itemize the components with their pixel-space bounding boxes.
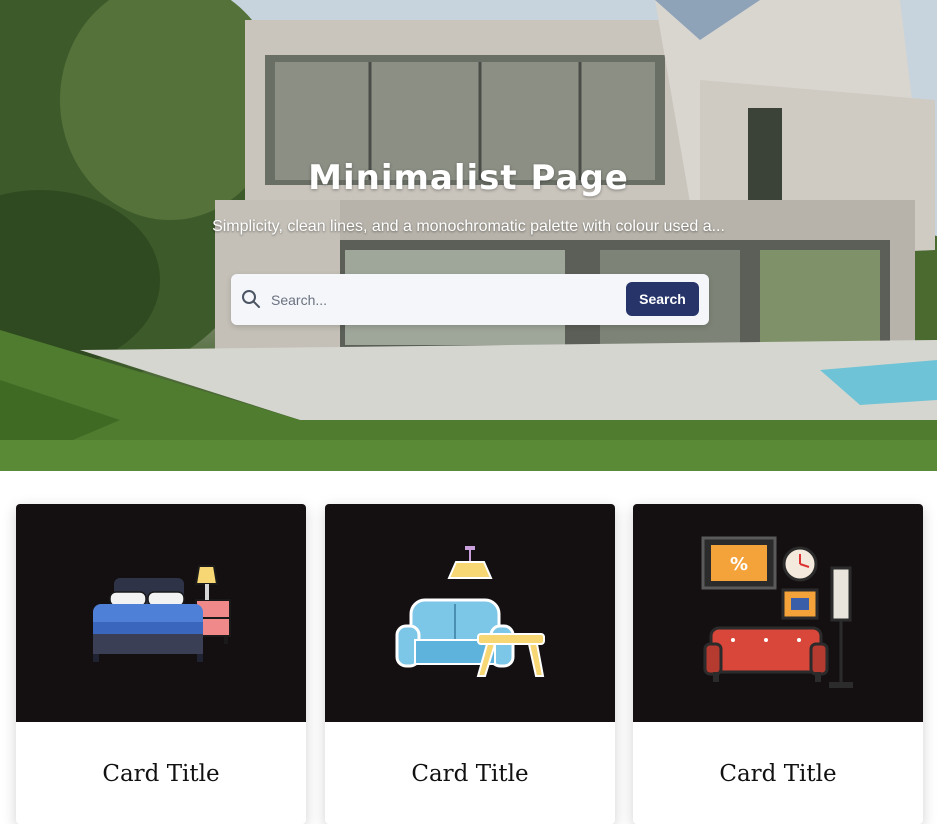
card[interactable]: Card Title — [325, 504, 615, 824]
bedroom-illustration — [93, 565, 231, 662]
search-bar: Search — [231, 274, 709, 325]
search-icon — [242, 290, 260, 308]
search-input[interactable] — [269, 284, 613, 316]
card[interactable]: Card Title — [16, 504, 306, 824]
page-subtitle: Simplicity, clean lines, and a monochrom… — [212, 218, 725, 235]
svg-text:%: % — [730, 554, 748, 575]
card-image — [16, 504, 306, 722]
card-image — [325, 504, 615, 722]
living-room-sofa-illustration — [395, 546, 545, 677]
card-title: Card Title — [102, 761, 220, 787]
card-image: % — [633, 504, 923, 722]
lounge-wall-decor-illustration: % — [701, 536, 853, 688]
card[interactable]: % Card Title — [633, 504, 923, 824]
page-title: Minimalist Page — [308, 158, 629, 198]
search-button[interactable]: Search — [626, 282, 699, 316]
hero-banner: Minimalist Page Simplicity, clean lines,… — [0, 0, 937, 471]
card-title: Card Title — [411, 761, 529, 787]
card-title: Card Title — [719, 761, 837, 787]
